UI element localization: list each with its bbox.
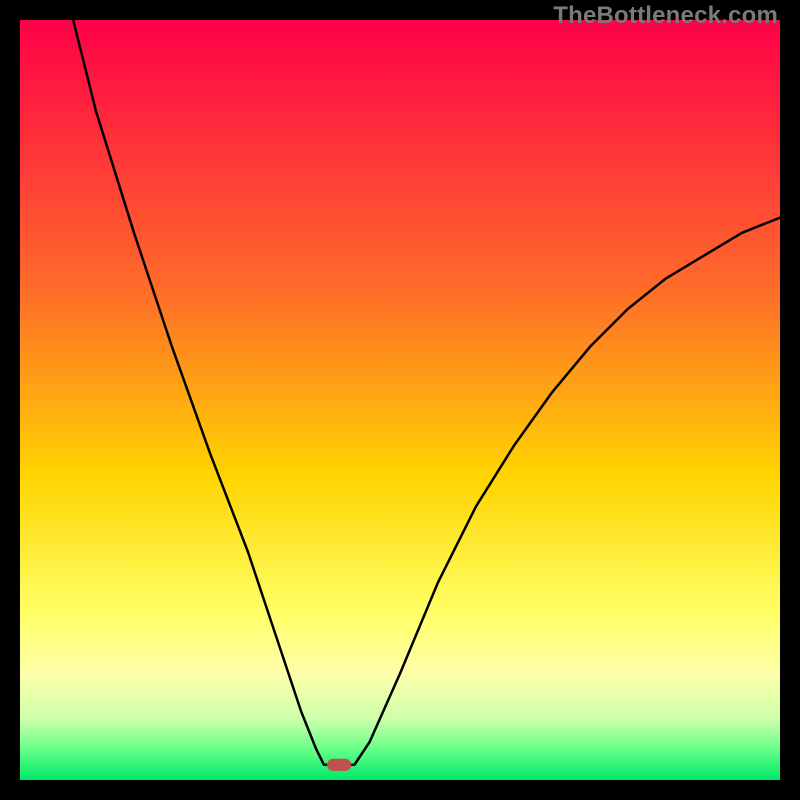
chart-svg — [20, 20, 780, 780]
chart-frame: TheBottleneck.com — [0, 0, 800, 800]
plot-area — [20, 20, 780, 780]
watermark-text: TheBottleneck.com — [553, 2, 778, 30]
